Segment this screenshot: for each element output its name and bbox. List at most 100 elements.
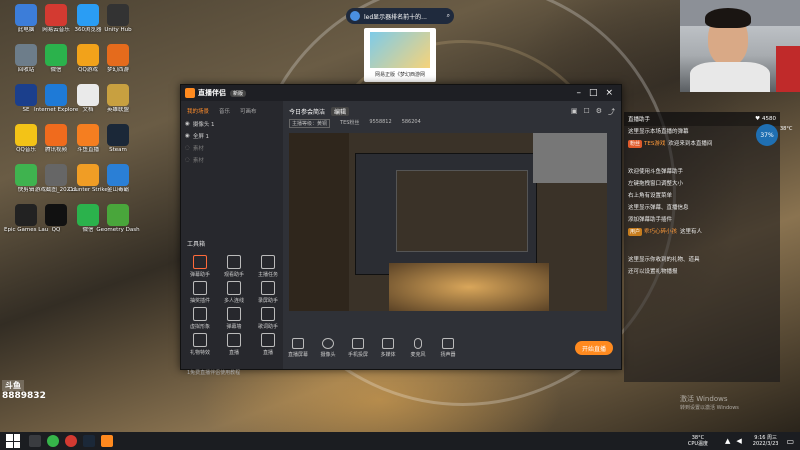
scene-label: 全屏 1: [192, 134, 210, 140]
browser-search-text: led显示器排名前十的...: [364, 13, 427, 21]
app-icon: [45, 124, 67, 146]
tool-button[interactable]: 弹幕墙: [217, 307, 251, 330]
app-icon: [107, 44, 129, 66]
tool-button[interactable]: 直播: [217, 333, 251, 356]
tab-music[interactable]: 音乐: [219, 107, 230, 115]
share-icon[interactable]: ⤴: [608, 107, 615, 117]
follower-count: 586204: [401, 119, 421, 125]
speaker-button[interactable]: 扬声器: [433, 338, 463, 358]
microphone-button[interactable]: 麦克风: [403, 338, 433, 358]
tool-button[interactable]: 观看助手: [217, 255, 251, 278]
phone-cast-button[interactable]: 手机投屏: [343, 338, 373, 358]
minimize-icon[interactable]: –: [576, 88, 581, 98]
activate-title: 激活 Windows: [680, 395, 728, 403]
chat-text: 欢迎来到本直播间: [668, 141, 713, 147]
room-number: 8889832: [2, 391, 46, 401]
search-icon[interactable]: ⌕: [447, 12, 450, 20]
tool-button[interactable]: 虚拟形象: [183, 307, 217, 330]
clock[interactable]: 9:16 周三 2022/3/23: [753, 435, 779, 447]
app-icon: [45, 84, 67, 106]
tool-icon: [261, 255, 275, 269]
tutorial-link[interactable]: 1免费直播伴侣使用教程: [187, 369, 240, 376]
tab-canvas[interactable]: 可画布: [240, 107, 257, 115]
chat-text: 左键拖拽窗口调整大小: [628, 181, 684, 187]
app-icon: [45, 204, 67, 226]
music-taskbar-icon[interactable]: [65, 435, 77, 447]
tool-icon: [261, 307, 275, 321]
desktop-icon[interactable]: Unity Hub: [96, 4, 140, 34]
tool-button[interactable]: 抽奖插件: [183, 281, 217, 304]
app-icon: [45, 4, 67, 26]
media-button[interactable]: 多媒体: [373, 338, 403, 358]
tool-button[interactable]: 礼物特效: [183, 333, 217, 356]
start-live-button[interactable]: 开始直播: [575, 341, 613, 355]
network-icon[interactable]: ▲: [725, 437, 730, 445]
tool-button[interactable]: 主播任务: [251, 255, 285, 278]
desktop-icon[interactable]: 金山毒霸: [96, 164, 140, 194]
tool-icon: [193, 333, 207, 347]
eye-icon[interactable]: ◉: [185, 121, 190, 127]
scene-label: 摄像头 1: [192, 122, 215, 128]
close-icon[interactable]: ×: [605, 88, 613, 98]
viewer-count: 4580: [762, 116, 776, 122]
tool-label: 弹幕墙: [226, 324, 242, 330]
notification-icon[interactable]: ▭: [786, 437, 794, 446]
eye-icon[interactable]: ◌: [185, 145, 190, 151]
eye-icon[interactable]: ◉: [185, 133, 190, 139]
scene-item[interactable]: ◌ 素材: [181, 142, 283, 154]
camera-button[interactable]: 摄像头: [313, 338, 343, 358]
tool-button[interactable]: 多人连线: [217, 281, 251, 304]
task-view-icon[interactable]: [29, 435, 41, 447]
volume-icon[interactable]: ◀: [736, 437, 741, 445]
button-label: 扬声器: [440, 352, 456, 358]
ad-popup[interactable]: 网易正版《梦幻西游网: [364, 28, 436, 82]
steam-taskbar-icon[interactable]: [83, 435, 95, 447]
chat-message: 还可以设置礼物播报: [624, 266, 780, 278]
tray-temp-label: CPU温度: [687, 441, 709, 447]
tool-label: 多人连线: [223, 298, 244, 304]
streaming-app-taskbar-icon[interactable]: [101, 435, 113, 447]
activate-windows: 激活 Windows 转到设置以激活 Windows: [680, 394, 739, 411]
app-icon: [107, 84, 129, 106]
scene-item[interactable]: ◉ 摄像头 1: [181, 118, 283, 130]
chat-text: 欢迎使用斗鱼弹幕助手: [628, 169, 684, 175]
windows-start-icon[interactable]: [6, 434, 20, 448]
webcam-overlay: [680, 0, 800, 92]
scene-item[interactable]: ◌ 素材: [181, 154, 283, 166]
chat-text: 这里显示弹幕、直播信息: [628, 205, 689, 211]
tool-icon: [227, 333, 241, 347]
scene-item[interactable]: ◉ 全屏 1: [181, 130, 283, 142]
tool-icon: [193, 307, 207, 321]
chat-messages: 这里显示本场直播的弹幕 粉丝 TES游戏 欢迎来到本直播间 欢迎使用斗鱼弹幕助手 左键拖拽…: [624, 126, 780, 278]
tab-scenes[interactable]: 我的场景: [187, 107, 209, 115]
desktop-icon-label: 英雄联盟: [106, 107, 129, 113]
tool-icon: [227, 281, 241, 295]
chat-text: 这里有人: [680, 229, 703, 235]
camera-icon[interactable]: ▣: [571, 107, 578, 117]
chat-text: 这里显示本场直播的弹幕: [628, 129, 689, 135]
button-label: 麦克风: [410, 352, 426, 358]
chat-icon[interactable]: ☐: [583, 107, 589, 117]
chat-username[interactable]: 乖巧心碎小孩: [644, 229, 677, 235]
desktop-icon[interactable]: 梦幻西游: [96, 44, 140, 74]
chat-message: 用户 乖巧心碎小孩 这里有人: [624, 226, 780, 238]
browser-search-bar[interactable]: led显示器排名前十的... ⌕: [346, 8, 454, 24]
tool-button[interactable]: 录屏助手: [251, 281, 285, 304]
user-badge: 用户: [628, 228, 643, 236]
desktop-icon[interactable]: Steam: [96, 124, 140, 154]
bottom-toolbar: 直播屏幕 摄像头 手机投屏 多媒体 麦克风 扬声器: [283, 333, 621, 363]
desktop-icon[interactable]: 英雄联盟: [96, 84, 140, 114]
settings-icon[interactable]: ⚙: [596, 107, 602, 117]
desktop-icon[interactable]: Geometry Dash: [96, 204, 140, 234]
room-id: 9558812: [369, 119, 392, 125]
cpu-temperature-tray[interactable]: 38°C CPU温度: [688, 435, 708, 447]
screen-capture-button[interactable]: 直播屏幕: [283, 338, 313, 358]
tool-button[interactable]: 弹幕助手: [183, 255, 217, 278]
browser-taskbar-icon[interactable]: [47, 435, 59, 447]
maximize-icon[interactable]: □: [589, 88, 598, 98]
tool-button[interactable]: 歌词助手: [251, 307, 285, 330]
eye-icon[interactable]: ◌: [185, 157, 190, 163]
edit-tag[interactable]: 编辑: [331, 107, 350, 116]
tool-button[interactable]: 直播: [251, 333, 285, 356]
chat-username[interactable]: TES游戏: [644, 141, 665, 147]
